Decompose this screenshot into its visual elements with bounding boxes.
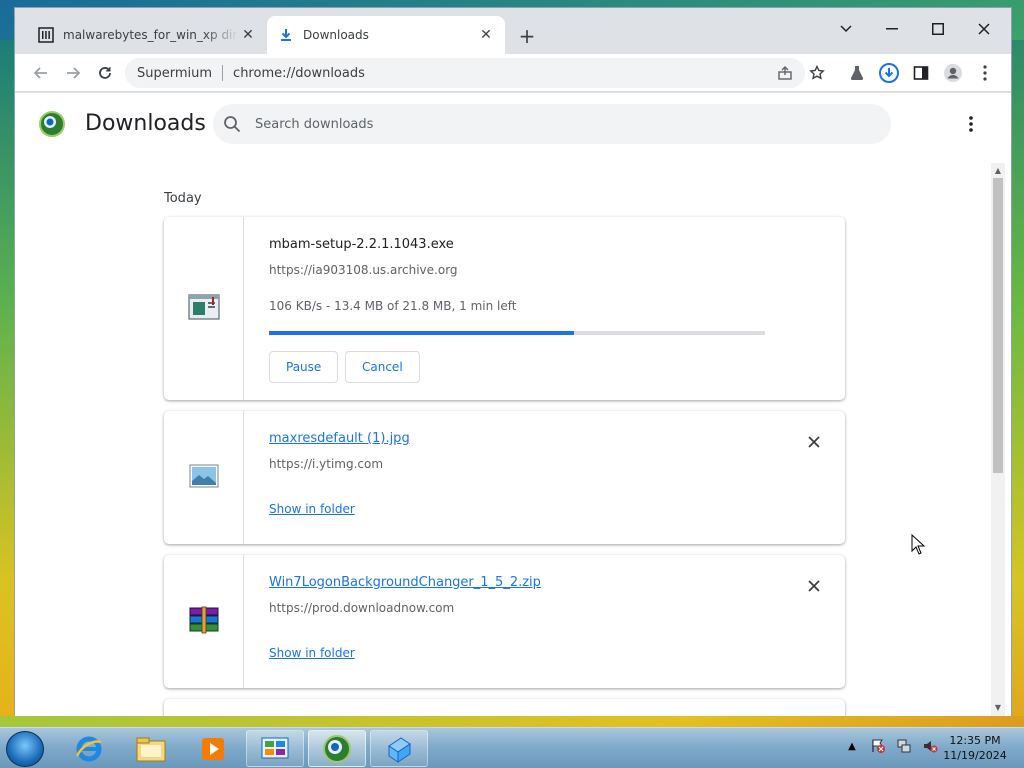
show-in-folder-link[interactable]: Show in folder [269,646,355,660]
show-in-folder-link[interactable]: Show in folder [269,502,355,516]
cancel-button[interactable]: Cancel [345,351,420,383]
close-window-button[interactable] [961,14,1007,44]
supermium-browser-icon[interactable] [308,730,366,767]
page-title: Downloads [85,111,206,136]
download-progress-bar [269,331,765,335]
new-tab-button[interactable]: + [515,24,539,48]
tab-archive[interactable]: malwarebytes_for_win_xp directory listin… [27,16,267,54]
scrollbar-thumb[interactable] [993,178,1003,473]
system-tray: ▲ [844,738,938,754]
remove-close-icon[interactable] [804,432,824,452]
archive-file-icon [188,606,220,638]
media-player-icon[interactable] [184,730,242,767]
download-filename-link[interactable]: Win7LogonBackgroundChanger_1_5_2.zip [269,575,541,590]
downloads-header: Downloads [15,93,1011,155]
browser-window: malwarebytes_for_win_xp directory listin… [14,7,1012,716]
mouse-cursor-icon [911,533,927,556]
downloads-page: Downloads ▲ ▼ Today mbam-setup-2.2.1 [15,93,1011,716]
close-icon[interactable]: ✕ [477,26,495,44]
control-panel-icon[interactable] [246,730,304,767]
address-bar[interactable]: Supermium chrome://downloads [125,58,805,88]
scroll-up-arrow[interactable]: ▲ [991,163,1005,177]
search-downloads-box[interactable] [213,104,891,144]
download-item: mbam-setup-2.2.1.1043.exe https://ia9031… [164,217,845,400]
start-button[interactable] [6,731,44,767]
desktop-background-right [1012,40,1024,716]
close-icon[interactable]: ✕ [239,26,257,44]
download-icon [277,26,295,44]
site-chip: Supermium [137,65,213,81]
download-source-url: https://prod.downloadnow.com [269,601,455,615]
file-explorer-icon[interactable] [122,730,180,767]
download-item [164,699,845,716]
executable-file-icon [187,293,220,324]
remove-close-icon[interactable] [804,576,824,596]
clock-time: 12:35 PM [949,734,1001,747]
download-filename: mbam-setup-2.2.1.1043.exe [269,237,454,252]
internet-explorer-icon[interactable] [60,730,118,767]
labs-flask-icon[interactable] [843,59,871,87]
minimize-button[interactable] [869,14,915,44]
tab-strip: malwarebytes_for_win_xp directory listin… [15,8,1011,54]
browser-toolbar: Supermium chrome://downloads [15,54,1011,92]
action-center-flag-icon[interactable] [870,738,886,754]
desktop-background [0,40,14,716]
installer-icon[interactable] [370,730,428,767]
taskbar: ▲ 12:35 PM 11/19/2024 [0,727,1024,768]
tab-title: Downloads [303,28,369,42]
download-filename-link[interactable]: maxresdefault (1).jpg [269,431,410,446]
supermium-logo-icon [39,111,65,137]
menu-kebab-icon[interactable] [971,59,999,87]
forward-button[interactable] [59,59,87,87]
download-item: maxresdefault (1).jpg https://i.ytimg.co… [164,411,845,544]
date-header: Today [164,191,202,206]
url-text[interactable]: chrome://downloads [233,66,365,81]
download-item: Win7LogonBackgroundChanger_1_5_2.zip htt… [164,555,845,688]
archive-icon [37,26,55,44]
bookmark-star-icon[interactable] [803,59,831,87]
reload-button[interactable] [91,59,119,87]
side-panel-icon[interactable] [907,59,935,87]
pause-button[interactable]: Pause [269,351,339,383]
search-icon [223,115,241,133]
download-source-url: https://ia903108.us.archive.org [269,263,458,277]
file-icon-column [164,411,244,544]
file-icon-column [164,217,244,400]
taskbar-clock[interactable]: 12:35 PM 11/19/2024 [936,733,1014,763]
profile-avatar-icon[interactable] [939,59,967,87]
tab-title: malwarebytes_for_win_xp directory listin… [63,28,239,42]
divider [222,65,224,81]
show-hidden-icons-icon[interactable]: ▲ [844,738,860,754]
network-icon[interactable] [896,738,912,754]
scroll-down-arrow[interactable]: ▼ [991,700,1005,714]
image-file-icon [188,463,219,492]
file-icon-column [164,555,244,688]
chevron-down-icon[interactable] [823,14,869,44]
progress-fill [269,331,575,335]
clock-date: 11/19/2024 [943,749,1007,762]
downloads-icon[interactable] [875,59,903,87]
tab-downloads[interactable]: Downloads ✕ [267,16,505,54]
share-icon[interactable] [771,59,799,87]
download-source-url: https://i.ytimg.com [269,457,384,471]
search-input[interactable] [255,116,855,132]
maximize-button[interactable] [915,14,961,44]
more-options-icon[interactable] [959,111,983,137]
back-button[interactable] [27,59,55,87]
download-status-text: 106 KB/s - 13.4 MB of 21.8 MB, 1 min lef… [269,299,517,313]
